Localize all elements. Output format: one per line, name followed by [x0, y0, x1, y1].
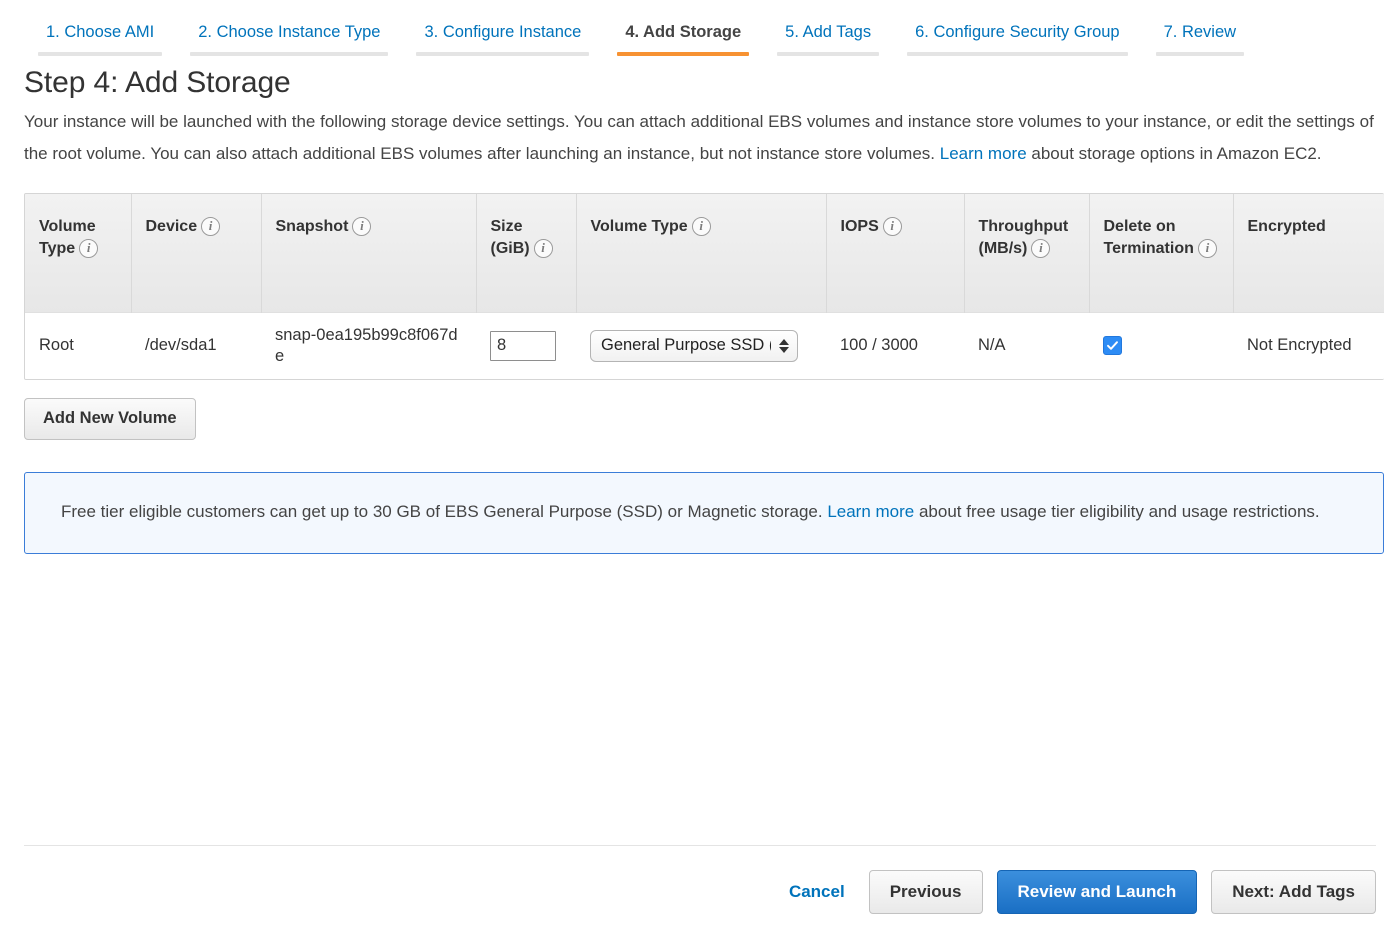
column-header-label: Delete on Termination [1103, 218, 1194, 257]
free-tier-learn-more-link[interactable]: Learn more [827, 502, 914, 521]
cell-delete-on-termination [1089, 311, 1233, 379]
page-description: Your instance will be launched with the … [24, 106, 1374, 169]
notice-text-after-link: about free usage tier eligibility and us… [914, 501, 1320, 521]
column-header-label: Device [145, 218, 198, 235]
info-icon[interactable]: i [201, 217, 221, 237]
tab-add-tags[interactable]: 5. Add Tags [763, 22, 893, 56]
tab-label: 5. Add Tags [785, 23, 872, 41]
column-header-label: Throughput (MB/s) [978, 218, 1069, 257]
tab-choose-ami[interactable]: 1. Choose AMI [24, 22, 176, 56]
tab-configure-instance[interactable]: 3. Configure Instance [402, 22, 603, 56]
column-header-snapshot: Snapshot i [261, 194, 477, 312]
tab-label: 2. Choose Instance Type [198, 23, 381, 41]
info-icon[interactable]: i [533, 239, 553, 259]
cell-throughput: N/A [964, 311, 1089, 379]
page-content: Step 4: Add Storage Your instance will b… [0, 66, 1400, 554]
cell-volume-type-select: General Purpose SSD (gp2) [576, 311, 826, 379]
tab-label: 1. Choose AMI [46, 23, 155, 41]
column-header-device: Device i [131, 194, 262, 312]
table-row: Root /dev/sda1 snap-0ea195b99c8f067de Ge… [25, 311, 1384, 379]
footer-actions: Cancel Previous Review and Launch Next: … [24, 846, 1376, 942]
storage-table-body: Root /dev/sda1 snap-0ea195b99c8f067de Ge… [25, 311, 1384, 379]
storage-table: Volume Type i Device i Snapshot i Size (GiB… [25, 194, 1384, 379]
column-header-size: Size (GiB) i [476, 194, 577, 312]
tab-review[interactable]: 7. Review [1142, 22, 1258, 56]
tab-configure-security-group[interactable]: 6. Configure Security Group [893, 22, 1142, 56]
column-header-volume-type: Volume Type i [25, 194, 132, 312]
tab-label: 3. Configure Instance [424, 23, 582, 41]
cell-iops: 100 / 3000 [826, 311, 964, 379]
size-input[interactable] [490, 330, 556, 361]
info-icon[interactable]: i [1197, 239, 1217, 259]
add-storage-page: 1. Choose AMI 2. Choose Instance Type 3.… [0, 0, 1400, 942]
tab-choose-instance-type[interactable]: 2. Choose Instance Type [176, 22, 402, 56]
free-tier-notice: Free tier eligible customers can get up … [24, 471, 1384, 554]
cell-device: /dev/sda1 [131, 311, 261, 379]
free-tier-notice-text: Free tier eligible customers can get up … [61, 497, 1347, 527]
description-text-after-link: about storage options in Amazon EC2. [1026, 143, 1322, 163]
column-header-delete-on-termination: Delete on Termination i [1089, 194, 1234, 312]
cancel-button[interactable]: Cancel [789, 882, 845, 902]
tab-label: 6. Configure Security Group [915, 23, 1120, 41]
next-add-tags-button[interactable]: Next: Add Tags [1211, 870, 1376, 914]
previous-button[interactable]: Previous [868, 870, 983, 914]
chevron-updown-icon [779, 338, 789, 353]
column-header-label: Size (GiB) [490, 218, 530, 257]
column-header-iops: IOPS i [826, 194, 965, 312]
page-footer: Cancel Previous Review and Launch Next: … [0, 845, 1400, 942]
column-header-encrypted: Encrypted [1233, 194, 1384, 312]
cell-volume-type: Root [25, 311, 131, 379]
column-header-label: Snapshot [275, 218, 349, 235]
tab-add-storage[interactable]: 4. Add Storage [603, 22, 763, 56]
storage-table-header: Volume Type i Device i Snapshot i Size (GiB… [25, 194, 1384, 312]
info-icon[interactable]: i [352, 217, 372, 237]
cell-snapshot: snap-0ea195b99c8f067de [261, 311, 476, 379]
cell-encrypted: Not Encrypted [1233, 311, 1384, 379]
cell-size [476, 311, 576, 379]
review-and-launch-button[interactable]: Review and Launch [996, 870, 1198, 914]
info-icon[interactable]: i [882, 217, 902, 237]
info-icon[interactable]: i [79, 239, 99, 259]
storage-table-container: Volume Type i Device i Snapshot i Size (GiB… [24, 193, 1384, 380]
volume-type-select[interactable]: General Purpose SSD (gp2) [590, 329, 798, 362]
delete-on-termination-checkbox[interactable] [1103, 336, 1122, 356]
column-header-throughput: Throughput (MB/s) i [964, 194, 1090, 312]
tab-label: 4. Add Storage [625, 23, 742, 41]
column-header-label: Volume Type [590, 218, 688, 235]
table-header-row: Volume Type i Device i Snapshot i Size (GiB… [25, 194, 1384, 312]
info-icon[interactable]: i [691, 217, 711, 237]
volume-type-select-value: General Purpose SSD (gp2) [601, 336, 771, 354]
tab-label: 7. Review [1163, 23, 1237, 41]
page-title: Step 4: Add Storage [24, 66, 291, 99]
add-new-volume-button[interactable]: Add New Volume [24, 397, 196, 440]
column-header-label: IOPS [840, 218, 879, 235]
storage-options-learn-more-link[interactable]: Learn more [940, 144, 1027, 163]
notice-text-before-link: Free tier eligible customers can get up … [61, 501, 828, 521]
column-header-volume-type-setting: Volume Type i [576, 194, 827, 312]
info-icon[interactable]: i [1031, 239, 1051, 259]
column-header-label: Encrypted [1247, 218, 1326, 235]
wizard-tab-bar: 1. Choose AMI 2. Choose Instance Type 3.… [0, 0, 1400, 56]
